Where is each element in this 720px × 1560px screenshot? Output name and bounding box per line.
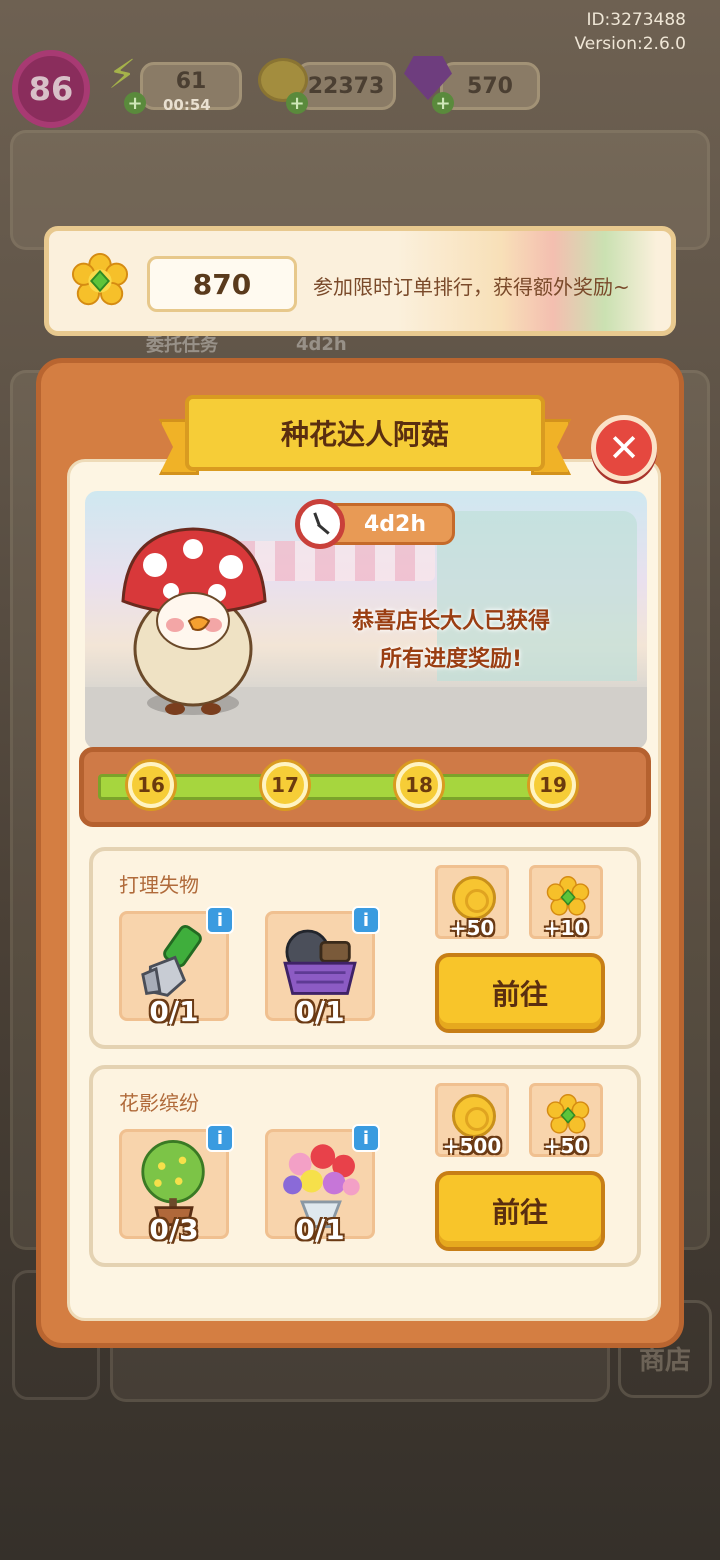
- item-count: 0/1: [295, 1213, 345, 1246]
- reward-flower: +50: [529, 1083, 603, 1158]
- info-icon[interactable]: i: [206, 906, 234, 934]
- completion-message-line1: 恭喜店长大人已获得: [351, 609, 550, 634]
- flower-gem-icon: [546, 1094, 590, 1134]
- close-icon: ✕: [608, 426, 640, 470]
- progress-node: 16: [128, 762, 174, 808]
- clock-icon: [295, 499, 345, 549]
- task-item[interactable]: 0/1 i: [265, 1124, 380, 1246]
- close-button[interactable]: ✕: [591, 415, 657, 481]
- completion-message: 恭喜店长大人已获得 所有进度奖励!: [321, 603, 581, 679]
- go-button[interactable]: 前往: [435, 1171, 605, 1251]
- item-count: 0/1: [149, 995, 199, 1028]
- banner-text: 参加限时订单排行，获得额外奖励~: [313, 275, 630, 299]
- info-icon[interactable]: i: [352, 906, 380, 934]
- energy-timer: 00:54: [163, 96, 211, 114]
- event-modal: 种花达人阿菇 ✕ 4d2h 恭喜店长大人已获得 所有进度奖励! 16 17 18…: [36, 358, 684, 1348]
- reward-label: +500: [442, 1134, 502, 1158]
- event-scene: 4d2h 恭喜店长大人已获得 所有进度奖励!: [85, 491, 647, 749]
- gem-counter[interactable]: 570: [440, 62, 540, 110]
- reward-label: +50: [543, 1134, 589, 1158]
- gem-value: 570: [467, 73, 513, 99]
- coin-icon: [452, 1094, 496, 1138]
- task-title: 花影缤纷: [119, 1091, 199, 1115]
- task-card-lost-items: 打理失物 0/1 i 0/1 i +50 +10 前往: [89, 847, 641, 1049]
- item-count: 0/1: [295, 995, 345, 1028]
- flower-gem-icon: [546, 876, 590, 916]
- progress-node: 17: [262, 762, 308, 808]
- lightning-icon: ⚡: [108, 52, 137, 98]
- go-button[interactable]: 前往: [435, 953, 605, 1033]
- reward-label: +10: [543, 916, 589, 940]
- modal-title: 种花达人阿菇: [185, 395, 545, 471]
- coin-icon: [452, 876, 496, 920]
- mushroom-character-icon: [121, 527, 267, 715]
- reward-coin: +50: [435, 865, 509, 940]
- info-icon[interactable]: i: [206, 1124, 234, 1152]
- build-info: ID:3273488 Version:2.6.0: [575, 8, 687, 56]
- progress-node: 19: [530, 762, 576, 808]
- task-item[interactable]: 0/3 i: [119, 1124, 234, 1246]
- task-item[interactable]: 0/1 i: [119, 906, 234, 1028]
- version-text: Version:2.6.0: [574, 34, 687, 54]
- reward-label: +50: [449, 916, 495, 940]
- coin-value: 22373: [307, 73, 385, 99]
- player-id: ID:3273488: [586, 10, 686, 30]
- reward-flower: +10: [529, 865, 603, 940]
- energy-value: 61: [175, 68, 207, 94]
- reward-coin: +500: [435, 1083, 509, 1158]
- coin-counter[interactable]: 22373: [296, 62, 396, 110]
- coin-plus-icon[interactable]: +: [286, 92, 308, 114]
- task-title: 打理失物: [119, 873, 199, 897]
- energy-plus-icon[interactable]: +: [124, 92, 146, 114]
- level-badge[interactable]: 86: [12, 50, 90, 128]
- event-banner[interactable]: 870 参加限时订单排行，获得额外奖励~: [44, 226, 676, 336]
- flower-count: 870: [147, 256, 297, 312]
- item-count: 0/3: [149, 1213, 199, 1246]
- task-item[interactable]: 0/1 i: [265, 906, 380, 1028]
- progress-bar: 16 17 18 19: [79, 747, 651, 827]
- completion-message-line2: 所有进度奖励!: [379, 647, 523, 672]
- task-card-flowers: 花影缤纷 0/3 i 0/1 i +500 +50 前往: [89, 1065, 641, 1267]
- gem-plus-icon[interactable]: +: [432, 92, 454, 114]
- flower-gem-icon: [71, 253, 129, 306]
- info-icon[interactable]: i: [352, 1124, 380, 1152]
- progress-node: 18: [396, 762, 442, 808]
